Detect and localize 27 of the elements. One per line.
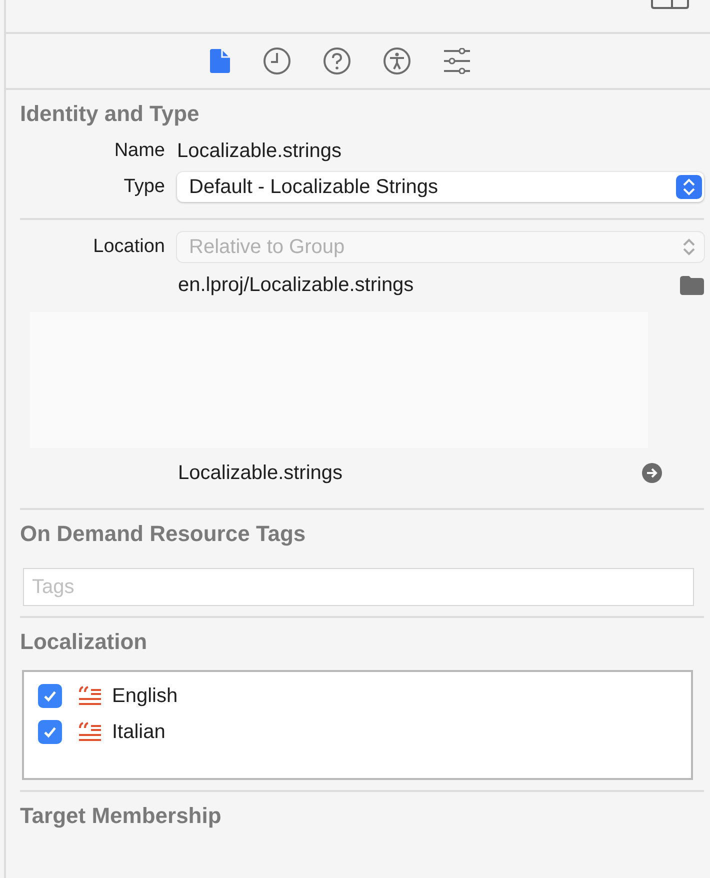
- field-label: Name: [113, 140, 166, 162]
- folder-icon[interactable]: [680, 276, 704, 294]
- tags-field[interactable]: Tags: [23, 568, 694, 606]
- name-value: Localizable.strings: [177, 140, 342, 162]
- accessibility-icon[interactable]: [383, 47, 411, 75]
- panel-toggle-icon[interactable]: [650, 0, 690, 10]
- relative-path: en.lproj/Localizable.strings: [178, 274, 414, 296]
- type-popup[interactable]: Default - Localizable Strings: [177, 172, 704, 202]
- checkbox[interactable]: [38, 684, 62, 708]
- strings-file-icon: [78, 686, 102, 706]
- full-path: Localizable.strings: [178, 462, 343, 484]
- file-icon[interactable]: [209, 48, 231, 74]
- field-label: Type: [122, 176, 166, 198]
- field-label: Location: [92, 236, 166, 258]
- section-heading: On Demand Resource Tags: [20, 520, 307, 548]
- section-heading: Identity and Type: [20, 100, 200, 128]
- checkbox[interactable]: [38, 720, 62, 744]
- language-name: Italian: [112, 720, 166, 744]
- strings-file-icon: [78, 722, 102, 742]
- arrow-circle-icon[interactable]: [642, 463, 662, 483]
- section-heading: Target Membership: [20, 802, 222, 830]
- language-name: English: [112, 684, 178, 708]
- sliders-icon[interactable]: [443, 48, 471, 74]
- help-icon[interactable]: [323, 47, 351, 75]
- section-heading: Localization: [20, 628, 148, 656]
- chevron-icon: [676, 175, 702, 199]
- clock-icon[interactable]: [263, 47, 291, 75]
